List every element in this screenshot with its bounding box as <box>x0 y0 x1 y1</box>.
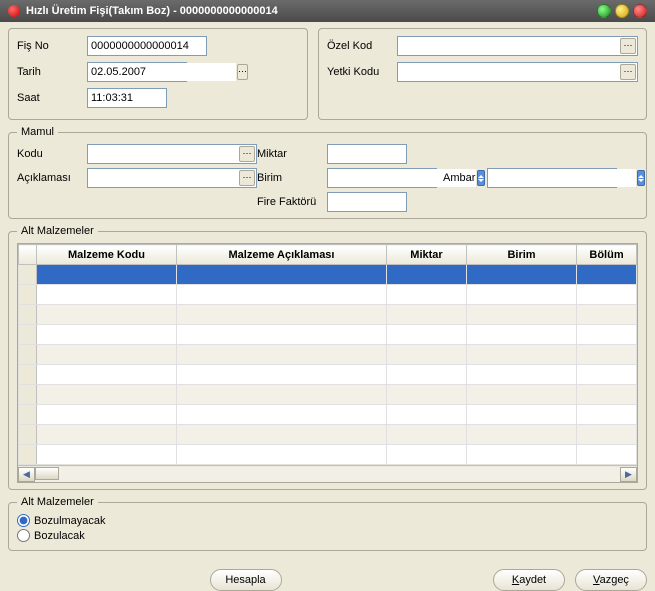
table-row[interactable] <box>19 445 637 465</box>
scroll-track[interactable] <box>35 467 620 482</box>
fire-input[interactable] <box>327 192 407 212</box>
window-controls <box>597 4 647 18</box>
table-row[interactable] <box>19 345 637 365</box>
footer-buttons: Hesapla Kaydet Vazgeç <box>0 563 655 591</box>
tarih-picker <box>87 62 187 82</box>
mamul-legend: Mamul <box>17 126 58 138</box>
ozel-kod-picker-button[interactable] <box>620 38 636 54</box>
kaydet-button[interactable]: Kaydet <box>493 569 565 591</box>
yetki-kodu-picker-button[interactable] <box>620 64 636 80</box>
birim-label: Birim <box>257 172 327 184</box>
scroll-thumb[interactable] <box>35 467 59 480</box>
app-icon <box>8 5 20 17</box>
col-malzeme-kodu[interactable]: Malzeme Kodu <box>37 245 177 265</box>
grid-wrapper: Malzeme Kodu Malzeme Açıklaması Miktar B… <box>17 243 638 483</box>
vazgec-button[interactable]: Vazgeç <box>575 569 647 591</box>
tarih-label: Tarih <box>17 66 87 78</box>
saat-input[interactable] <box>87 88 167 108</box>
table-row[interactable] <box>19 405 637 425</box>
table-row[interactable] <box>19 385 637 405</box>
header-right-panel: Özel Kod Yetki Kodu <box>318 28 647 120</box>
close-icon[interactable] <box>633 4 647 18</box>
alt-options-legend: Alt Malzemeler <box>17 496 98 508</box>
mamul-kodu-picker <box>87 144 257 164</box>
aciklamasi-picker <box>87 168 257 188</box>
ozel-kod-picker <box>397 36 638 56</box>
maximize-icon[interactable] <box>615 4 629 18</box>
window-title: Hızlı Üretim Fişi(Takım Boz) - 000000000… <box>26 5 597 17</box>
saat-label: Saat <box>17 92 87 104</box>
aciklamasi-input[interactable] <box>88 169 238 187</box>
col-bolum[interactable]: Bölüm <box>577 245 637 265</box>
bozulacak-label: Bozulacak <box>34 530 85 542</box>
aciklamasi-label: Açıklaması <box>17 172 87 184</box>
fis-no-label: Fiş No <box>17 40 87 52</box>
alt-malzemeler-table[interactable]: Malzeme Kodu Malzeme Açıklaması Miktar B… <box>18 244 637 465</box>
col-miktar[interactable]: Miktar <box>387 245 467 265</box>
ambar-input[interactable] <box>488 169 636 187</box>
table-row[interactable] <box>19 365 637 385</box>
ozel-kod-input[interactable] <box>398 37 619 55</box>
ambar-dropdown-icon[interactable] <box>637 170 645 186</box>
birim-select <box>327 168 437 188</box>
alt-malzemeler-grid-fieldset: Alt Malzemeler Malzeme Kodu Malzeme Açık… <box>8 225 647 490</box>
mamul-kodu-input[interactable] <box>88 145 238 163</box>
horizontal-scrollbar[interactable]: ◀ ▶ <box>18 465 637 482</box>
tarih-picker-button[interactable] <box>237 64 248 80</box>
bozulmayacak-radio[interactable] <box>17 514 30 527</box>
aciklamasi-picker-button[interactable] <box>239 170 255 186</box>
hesapla-button[interactable]: Hesapla <box>210 569 282 591</box>
mamul-fieldset: Mamul Kodu Miktar Açıklaması Birim Ambar <box>8 126 647 219</box>
bozulmayacak-label: Bozulmayacak <box>34 515 106 527</box>
ambar-label: Ambar <box>437 172 487 184</box>
mamul-kodu-picker-button[interactable] <box>239 146 255 162</box>
mamul-kodu-label: Kodu <box>17 148 87 160</box>
row-selector-header[interactable] <box>19 245 37 265</box>
alt-malzemeler-grid-legend: Alt Malzemeler <box>17 225 98 237</box>
table-row[interactable] <box>19 265 637 285</box>
ambar-select <box>487 168 617 188</box>
miktar-label: Miktar <box>257 148 327 160</box>
col-malzeme-aciklamasi[interactable]: Malzeme Açıklaması <box>177 245 387 265</box>
header-left-panel: Fiş No Tarih Saat <box>8 28 308 120</box>
col-birim[interactable]: Birim <box>467 245 577 265</box>
yetki-kodu-input[interactable] <box>398 63 619 81</box>
scroll-left-icon[interactable]: ◀ <box>18 467 35 482</box>
yetki-kodu-label: Yetki Kodu <box>327 66 397 78</box>
fire-label: Fire Faktörü <box>257 196 327 208</box>
fis-no-input[interactable] <box>87 36 207 56</box>
miktar-input[interactable] <box>327 144 407 164</box>
table-row[interactable] <box>19 305 637 325</box>
ozel-kod-label: Özel Kod <box>327 40 397 52</box>
bozulacak-radio[interactable] <box>17 529 30 542</box>
table-row[interactable] <box>19 285 637 305</box>
table-row[interactable] <box>19 425 637 445</box>
tarih-input[interactable] <box>88 63 236 81</box>
minimize-icon[interactable] <box>597 4 611 18</box>
yetki-kodu-picker <box>397 62 638 82</box>
table-row[interactable] <box>19 325 637 345</box>
title-bar: Hızlı Üretim Fişi(Takım Boz) - 000000000… <box>0 0 655 22</box>
scroll-right-icon[interactable]: ▶ <box>620 467 637 482</box>
alt-malzemeler-options-fieldset: Alt Malzemeler Bozulmayacak Bozulacak <box>8 496 647 551</box>
